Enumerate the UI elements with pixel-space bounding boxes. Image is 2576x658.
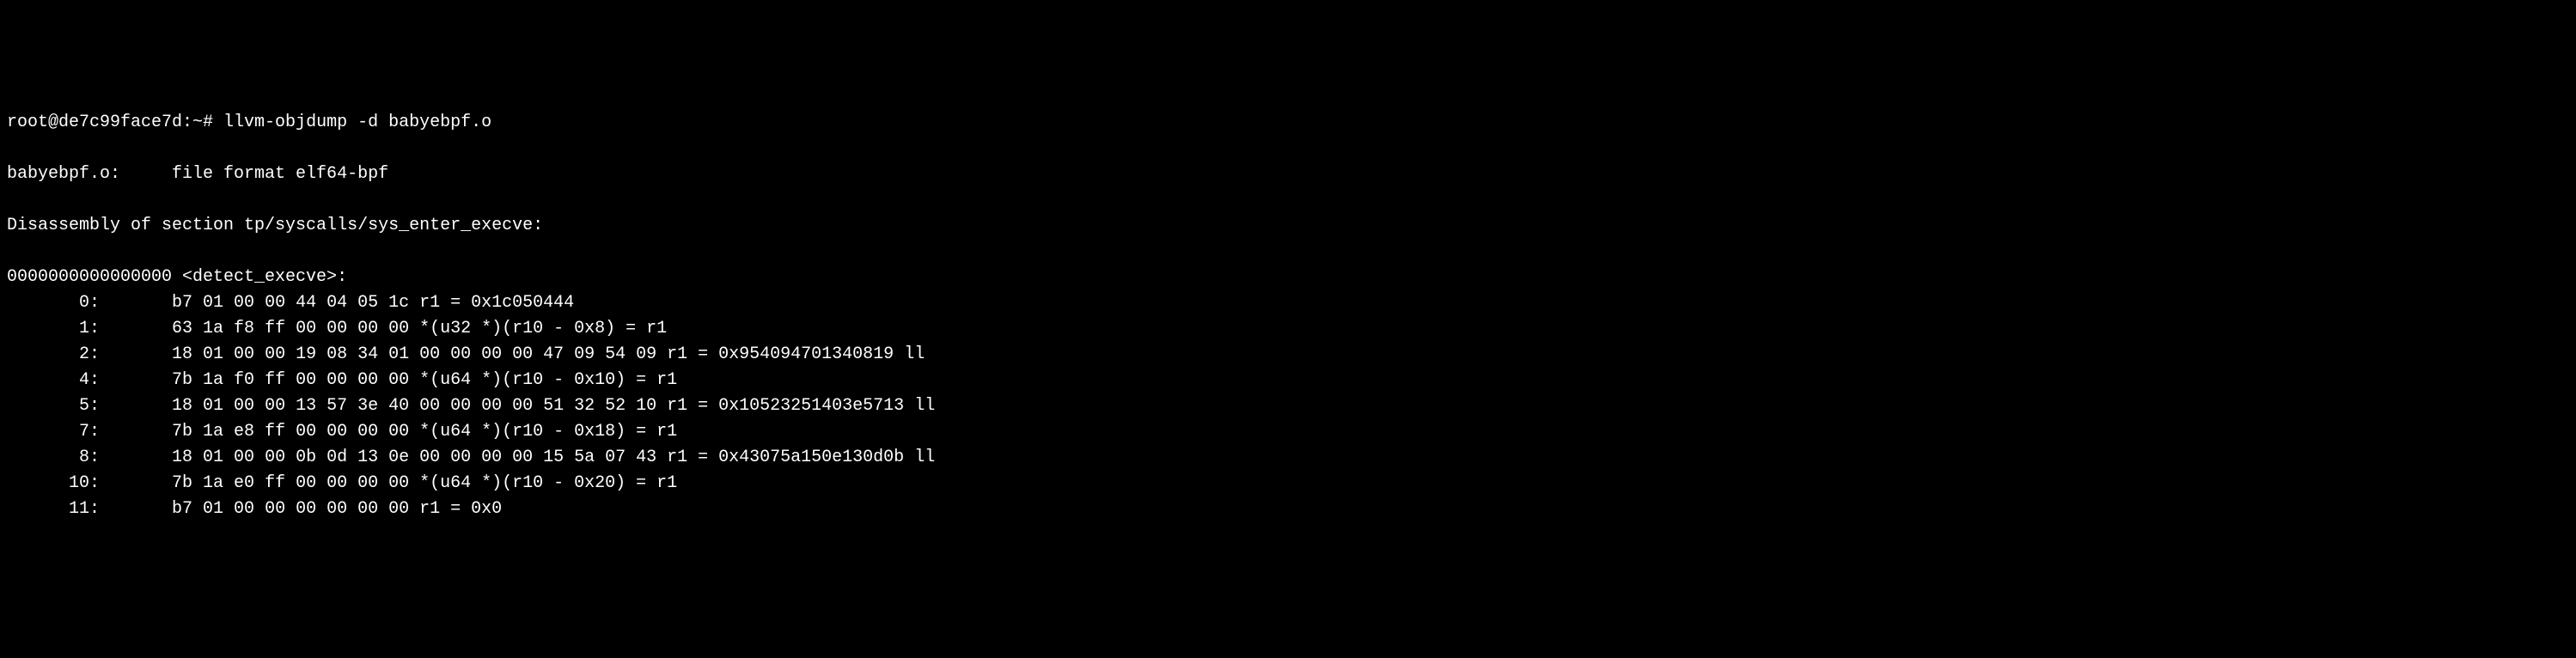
- blank-line: [7, 187, 2569, 213]
- instruction-offset: 0:: [7, 293, 100, 313]
- instruction-bytes: 7b 1a e8 ff 00 00 00 00: [100, 422, 409, 442]
- instruction-asm: r1 = 0x954094701340819 ll: [656, 344, 925, 364]
- instruction-row: 8: 18 01 00 00 0b 0d 13 0e 00 00 00 00 1…: [7, 448, 935, 467]
- instruction-offset: 5:: [7, 396, 100, 416]
- instruction-bytes: b7 01 00 00 00 00 00 00: [100, 499, 409, 519]
- instruction-asm: r1 = 0x43075a150e130d0b ll: [656, 448, 935, 467]
- instruction-asm: *(u64 *)(r10 - 0x18) = r1: [409, 422, 677, 442]
- blank-line: [7, 136, 2569, 161]
- terminal-output: root@de7c99face7d:~# llvm-objdump -d bab…: [7, 110, 2569, 522]
- instruction-bytes: 18 01 00 00 19 08 34 01 00 00 00 00 47 0…: [100, 344, 656, 364]
- command-line[interactable]: root@de7c99face7d:~# llvm-objdump -d bab…: [7, 110, 2569, 136]
- instruction-row: 10: 7b 1a e0 ff 00 00 00 00 *(u64 *)(r10…: [7, 473, 677, 493]
- instruction-asm: *(u64 *)(r10 - 0x10) = r1: [409, 370, 677, 390]
- blank-line: [7, 239, 2569, 265]
- instruction-asm: r1 = 0x10523251403e5713 ll: [656, 396, 935, 416]
- command-text: llvm-objdump -d babyebpf.o: [223, 113, 491, 132]
- section-header: Disassembly of section tp/syscalls/sys_e…: [7, 216, 543, 235]
- function-header: 0000000000000000 <detect_execve>:: [7, 267, 347, 287]
- instruction-bytes: 7b 1a f0 ff 00 00 00 00: [100, 370, 409, 390]
- instruction-row: 4: 7b 1a f0 ff 00 00 00 00 *(u64 *)(r10 …: [7, 370, 677, 390]
- instruction-offset: 2:: [7, 344, 100, 364]
- instruction-asm: r1 = 0x0: [409, 499, 502, 519]
- instruction-offset: 8:: [7, 448, 100, 467]
- instruction-asm: *(u32 *)(r10 - 0x8) = r1: [409, 319, 667, 338]
- instruction-bytes: 7b 1a e0 ff 00 00 00 00: [100, 473, 409, 493]
- file-header: babyebpf.o: file format elf64-bpf: [7, 164, 388, 184]
- instruction-row: 7: 7b 1a e8 ff 00 00 00 00 *(u64 *)(r10 …: [7, 422, 677, 442]
- instruction-row: 2: 18 01 00 00 19 08 34 01 00 00 00 00 4…: [7, 344, 925, 364]
- instruction-row: 5: 18 01 00 00 13 57 3e 40 00 00 00 00 5…: [7, 396, 935, 416]
- instruction-row: 11: b7 01 00 00 00 00 00 00 r1 = 0x0: [7, 499, 502, 519]
- instruction-bytes: 18 01 00 00 0b 0d 13 0e 00 00 00 00 15 5…: [100, 448, 656, 467]
- instruction-offset: 1:: [7, 319, 100, 338]
- instruction-bytes: 63 1a f8 ff 00 00 00 00: [100, 319, 409, 338]
- instruction-asm: r1 = 0x1c050444: [409, 293, 574, 313]
- instruction-bytes: b7 01 00 00 44 04 05 1c: [100, 293, 409, 313]
- shell-prompt: root@de7c99face7d:~#: [7, 113, 223, 132]
- instruction-row: 0: b7 01 00 00 44 04 05 1c r1 = 0x1c0504…: [7, 293, 574, 313]
- instruction-offset: 4:: [7, 370, 100, 390]
- instruction-offset: 7:: [7, 422, 100, 442]
- instruction-offset: 11:: [7, 499, 100, 519]
- instruction-offset: 10:: [7, 473, 100, 493]
- instruction-bytes: 18 01 00 00 13 57 3e 40 00 00 00 00 51 3…: [100, 396, 656, 416]
- instruction-row: 1: 63 1a f8 ff 00 00 00 00 *(u32 *)(r10 …: [7, 319, 667, 338]
- instruction-asm: *(u64 *)(r10 - 0x20) = r1: [409, 473, 677, 493]
